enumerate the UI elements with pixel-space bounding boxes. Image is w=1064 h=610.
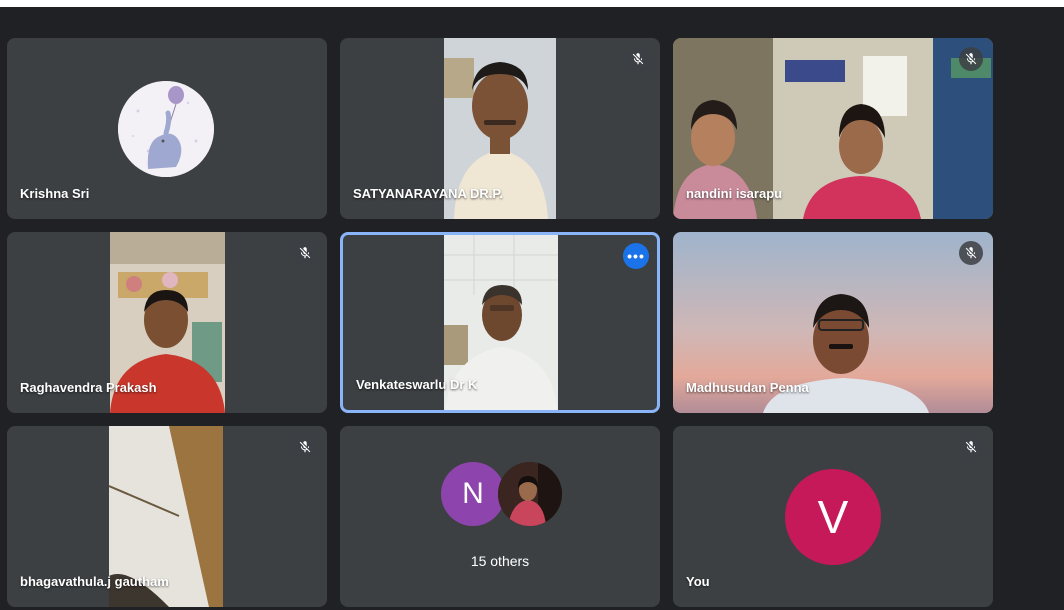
mic-off-icon — [293, 435, 317, 459]
participant-name: Madhusudan Penna — [686, 380, 809, 395]
self-avatar: V — [785, 469, 881, 565]
participant-tile-satyanarayana[interactable]: SATYANARAYANA DR.P. — [340, 38, 660, 219]
participant-tile-bhagavathula-gautham[interactable]: bhagavathula.j gautham — [7, 426, 327, 607]
top-bar — [0, 0, 1064, 7]
participant-tile-nandini-isarapu[interactable]: nandini isarapu — [673, 38, 993, 219]
participant-tile-madhusudan-penna[interactable]: Madhusudan Penna — [673, 232, 993, 413]
profile-picture — [118, 81, 214, 177]
mic-off-icon — [959, 241, 983, 265]
participant-grid: Krishna Sri SATYANARAYANA DR.P. nandini … — [0, 7, 1064, 610]
mic-off-icon — [959, 435, 983, 459]
others-avatar-photo — [498, 462, 562, 526]
participant-name: You — [686, 574, 710, 589]
participant-name: nandini isarapu — [686, 186, 783, 201]
participant-name: Krishna Sri — [20, 186, 90, 201]
more-options-icon[interactable]: ••• — [623, 243, 649, 269]
others-tile[interactable]: N 15 others — [340, 426, 660, 607]
mic-off-icon — [626, 47, 650, 71]
participant-name: bhagavathula.j gautham — [20, 574, 169, 589]
participant-tile-you[interactable]: V You — [673, 426, 993, 607]
mic-off-icon — [959, 47, 983, 71]
others-avatar-letter: N — [441, 462, 505, 526]
participant-name: Venkateswarlu Dr K — [356, 377, 478, 392]
participant-name: Raghavendra Prakash — [20, 380, 157, 395]
person-thumbnail — [498, 462, 562, 526]
participant-tile-raghavendra-prakash[interactable]: Raghavendra Prakash — [7, 232, 327, 413]
others-count-label: 15 others — [470, 553, 530, 569]
participant-tile-venkateswarlu-dr-k[interactable]: ••• Venkateswarlu Dr K — [340, 232, 660, 413]
participant-tile-krishna-sri[interactable]: Krishna Sri — [7, 38, 327, 219]
elephant-balloon-image — [118, 81, 214, 177]
mic-off-icon — [293, 241, 317, 265]
participant-name: SATYANARAYANA DR.P. — [353, 186, 504, 201]
